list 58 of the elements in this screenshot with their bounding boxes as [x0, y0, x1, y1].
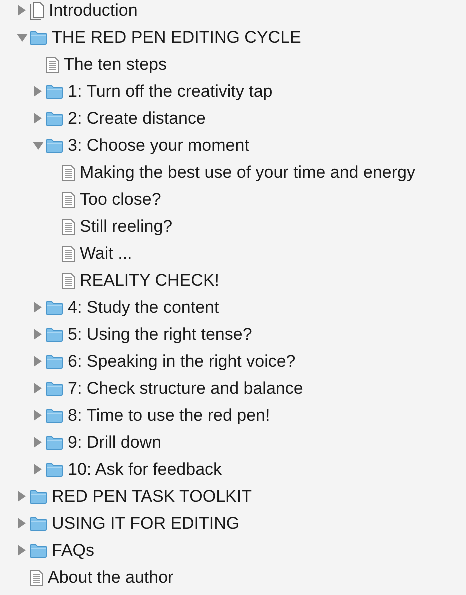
binder-item[interactable]: Making the best use of your time and energy — [80, 162, 416, 182]
disclosure-triangle-icon[interactable] — [18, 491, 26, 502]
document-icon — [62, 218, 75, 234]
disclosure-triangle-icon[interactable] — [18, 5, 26, 16]
binder-item[interactable]: THE RED PEN EDITING CYCLE — [52, 28, 302, 48]
document-icon — [46, 56, 59, 72]
binder-item[interactable]: 10: Ask for feedback — [68, 460, 222, 480]
disclosure-triangle-icon[interactable] — [18, 545, 26, 556]
binder-item[interactable]: 7: Check structure and balance — [68, 378, 304, 398]
folder-icon — [46, 408, 63, 422]
document-icon — [62, 272, 75, 288]
binder-item[interactable]: 2: Create distance — [68, 108, 206, 128]
binder-item[interactable]: RED PEN TASK TOOLKIT — [52, 486, 252, 506]
disclosure-triangle-icon[interactable] — [34, 383, 42, 394]
folder-icon — [30, 490, 47, 504]
binder-item[interactable]: 9: Drill down — [68, 432, 162, 452]
disclosure-triangle-icon[interactable] — [32, 142, 44, 150]
document-icon — [62, 192, 75, 208]
folder-icon — [30, 30, 47, 44]
folder-icon — [46, 382, 63, 396]
binder-item[interactable]: 6: Speaking in the right voice? — [68, 352, 296, 372]
binder-item[interactable]: 8: Time to use the red pen! — [68, 406, 270, 426]
document-icon — [62, 246, 75, 262]
document-icon — [30, 570, 43, 586]
disclosure-triangle-icon[interactable] — [34, 329, 42, 340]
folder-icon — [46, 328, 63, 342]
binder-item[interactable]: 5: Using the right tense? — [68, 324, 252, 344]
binder-item[interactable]: The ten steps — [64, 54, 168, 74]
disclosure-triangle-icon[interactable] — [34, 437, 42, 448]
folder-icon — [46, 300, 63, 314]
binder-item[interactable]: Still reeling? — [80, 216, 173, 236]
folder-icon — [46, 436, 63, 450]
binder-item[interactable]: FAQs — [52, 540, 95, 560]
disclosure-triangle-icon[interactable] — [18, 518, 26, 529]
binder-item[interactable]: Introduction — [49, 0, 138, 20]
disclosure-triangle-icon[interactable] — [34, 113, 42, 124]
disclosure-triangle-icon[interactable] — [34, 302, 42, 313]
folder-icon — [46, 138, 63, 152]
binder-item[interactable]: 4: Study the content — [68, 298, 220, 318]
disclosure-triangle-icon[interactable] — [34, 356, 42, 367]
binder-item[interactable]: 1: Turn off the creativity tap — [68, 82, 273, 102]
disclosure-triangle-icon[interactable] — [34, 410, 42, 421]
disclosure-triangle-icon[interactable] — [34, 86, 42, 97]
disclosure-triangle-icon[interactable] — [16, 34, 28, 42]
disclosure-triangle-icon[interactable] — [34, 464, 42, 475]
folder-icon — [30, 544, 47, 558]
binder-item[interactable]: Wait ... — [80, 244, 132, 264]
folder-icon — [30, 516, 47, 530]
folder-icon — [46, 354, 63, 368]
binder-item[interactable]: Too close? — [80, 190, 162, 210]
folder-icon — [46, 84, 63, 98]
binder-item[interactable]: About the author — [48, 568, 174, 588]
binder-item[interactable]: REALITY CHECK! — [80, 270, 220, 290]
document-icon — [62, 164, 75, 180]
folder-icon — [46, 112, 63, 126]
binder-item[interactable]: 3: Choose your moment — [68, 136, 250, 156]
binder-item[interactable]: USING IT FOR EDITING — [52, 514, 240, 534]
folder-icon — [46, 462, 63, 476]
